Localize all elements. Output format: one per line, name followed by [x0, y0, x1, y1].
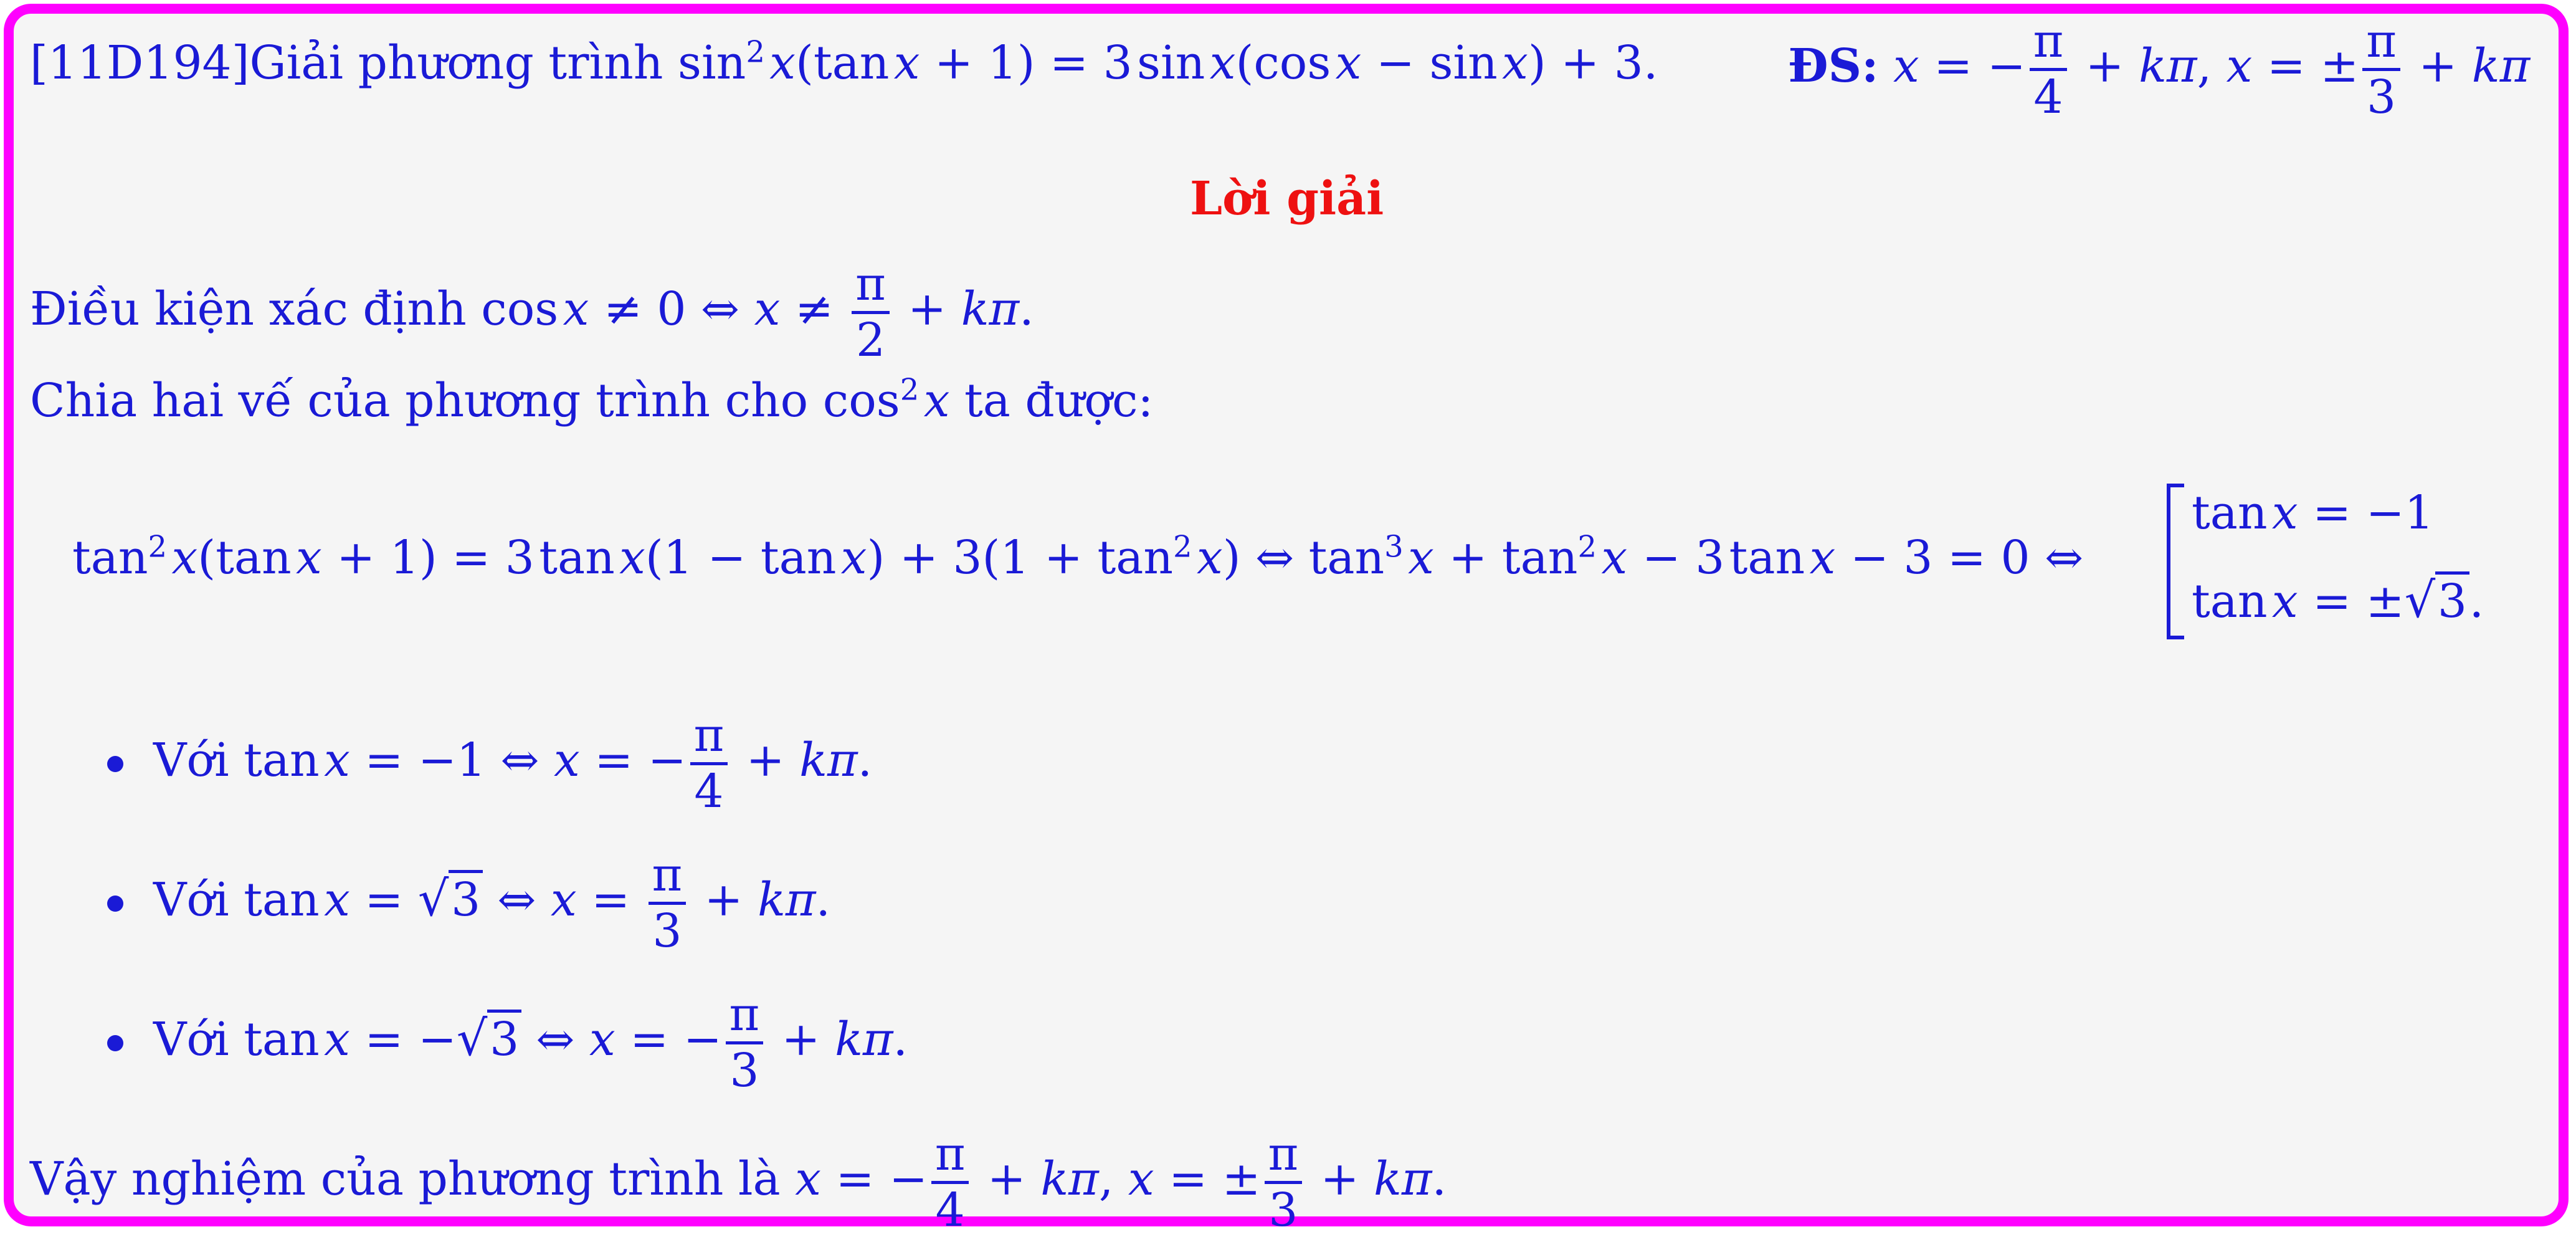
cases-bracket — [2167, 484, 2184, 639]
transformed-equation: tan2 x(tan x + 1) = 3 tan x(1 − tan x) +… — [72, 529, 2084, 585]
problem-statement: [11D194]Giải phương trình sin2 x(tan x +… — [30, 37, 1658, 86]
divide-text-after: ta được: — [964, 374, 1154, 427]
answer-label: ĐS: — [1788, 39, 1879, 93]
answer: ĐS: x = − π 4 + kπ, x = ± π 3 + kπ — [1788, 14, 2531, 125]
bullet-icon — [107, 1034, 123, 1051]
problem-equation: sin2 x(tan x + 1) = 3 sin x(cos x − sin … — [678, 34, 1658, 90]
bullet-case-1: Với tan x = −1 ⇔ x = − π 4 + kπ. — [107, 709, 872, 818]
case-prefix: Với — [153, 873, 229, 927]
case-tan-minus-one: tan x = −1 — [2192, 486, 2434, 540]
conclusion-text: Vậy nghiệm của phương trình là — [30, 1152, 781, 1206]
bullet-case-3: Với tan x = −√3 ⇔ x = − π 3 + kπ. — [107, 988, 908, 1097]
bullet-icon — [107, 895, 123, 912]
case-tan-plus-minus-sqrt3: tan x = ±√3. — [2192, 571, 2484, 629]
domain-condition: Điều kiện xác định cos x ≠ 0 ⇔ x ≠ π2 + … — [30, 257, 1034, 368]
divide-step: Chia hai vế của phương trình cho cos2 x … — [30, 372, 1154, 427]
divide-text-before: Chia hai vế của phương trình cho — [30, 374, 809, 427]
case-prefix: Với — [153, 1013, 229, 1067]
bullet-icon — [107, 755, 123, 772]
problem-intro: Giải phương trình — [249, 36, 663, 90]
bullet-case-2: Với tan x = √3 ⇔ x = π3 + kπ. — [107, 848, 830, 958]
case-prefix: Với — [153, 733, 229, 788]
solution-heading: Lời giải — [1190, 172, 1384, 226]
problem-code: [11D194] — [30, 36, 250, 90]
conclusion: Vậy nghiệm của phương trình là x = − π 4 +… — [30, 1127, 1447, 1237]
condition-label: Điều kiện xác định — [30, 282, 467, 337]
